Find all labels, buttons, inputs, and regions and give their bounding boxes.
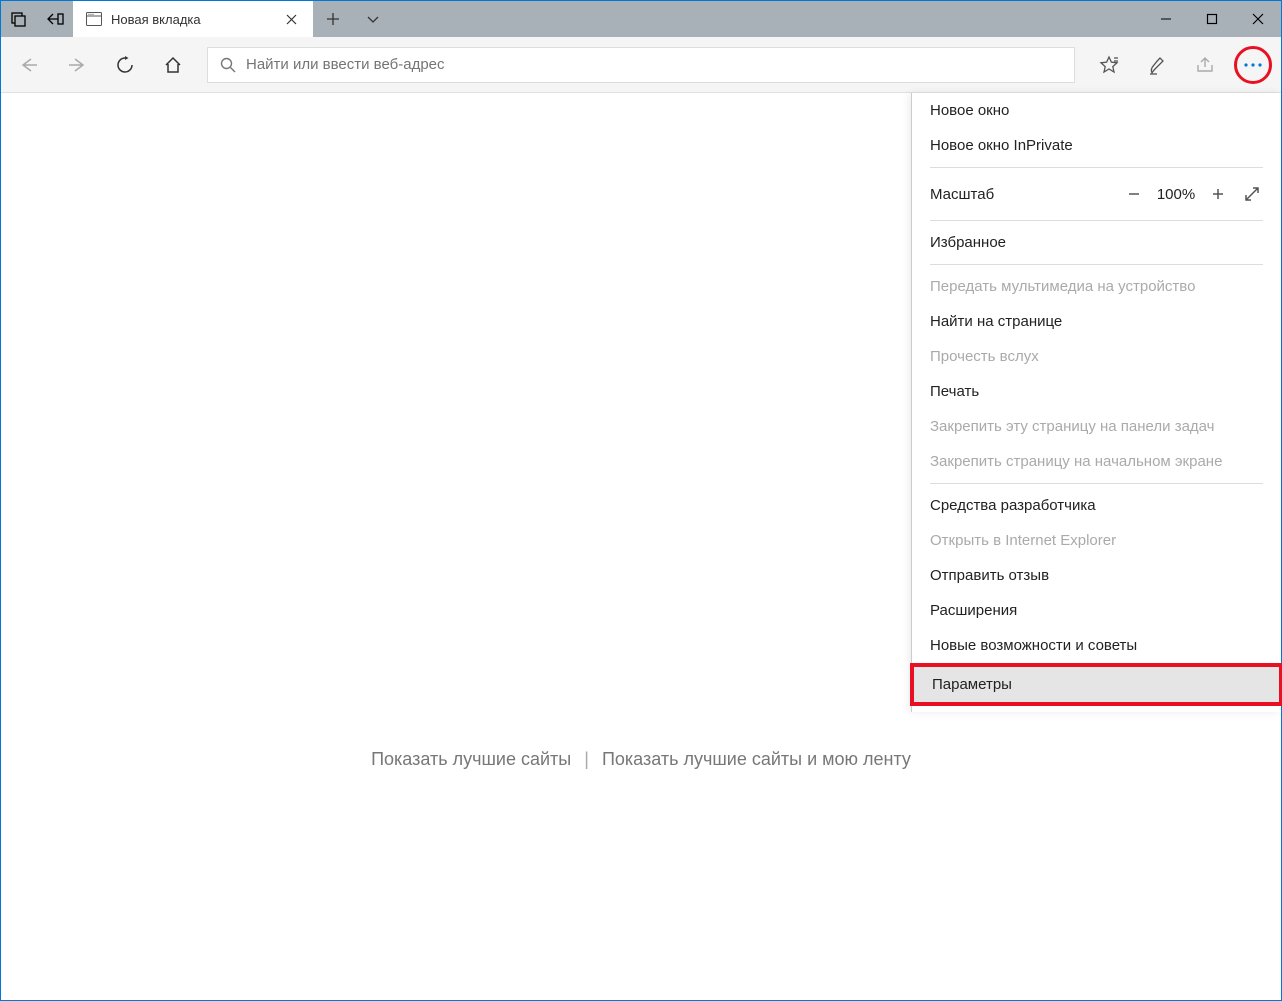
share-button[interactable] — [1181, 37, 1229, 93]
menu-settings[interactable]: Параметры — [914, 667, 1279, 702]
close-tab-button[interactable] — [279, 7, 303, 31]
menu-pin-taskbar: Закрепить эту страницу на панели задач — [912, 409, 1281, 444]
menu-pin-start: Закрепить страницу на начальном экране — [912, 444, 1281, 479]
titlebar-left — [1, 1, 73, 37]
more-menu: Новое окно Новое окно InPrivate Масштаб … — [911, 93, 1281, 712]
menu-read-aloud: Прочесть вслух — [912, 339, 1281, 374]
home-button[interactable] — [149, 37, 197, 93]
tab-title: Новая вкладка — [111, 12, 279, 27]
menu-favorites[interactable]: Избранное — [912, 225, 1281, 260]
menu-find-on-page[interactable]: Найти на странице — [912, 304, 1281, 339]
menu-separator — [930, 167, 1263, 168]
show-top-sites-feed-link[interactable]: Показать лучшие сайты и мою ленту — [602, 749, 911, 769]
favorites-button[interactable] — [1085, 37, 1133, 93]
menu-cast: Передать мультимедиа на устройство — [912, 269, 1281, 304]
menu-extensions[interactable]: Расширения — [912, 593, 1281, 628]
show-tab-previews-button[interactable] — [37, 12, 73, 26]
titlebar-drag-region — [393, 1, 1143, 37]
separator: | — [584, 749, 589, 769]
refresh-button[interactable] — [101, 37, 149, 93]
browser-tab[interactable]: Новая вкладка — [73, 1, 313, 37]
back-button[interactable] — [5, 37, 53, 93]
menu-print[interactable]: Печать — [912, 374, 1281, 409]
page-content: Показать лучшие сайты | Показать лучшие … — [1, 93, 1281, 1000]
menu-separator — [930, 220, 1263, 221]
menu-feedback[interactable]: Отправить отзыв — [912, 558, 1281, 593]
zoom-in-button[interactable] — [1201, 179, 1235, 209]
highlight-circle-annotation — [1234, 46, 1272, 84]
address-input[interactable] — [246, 56, 1062, 73]
page-icon — [85, 10, 103, 28]
close-window-button[interactable] — [1235, 1, 1281, 37]
address-bar[interactable] — [207, 47, 1075, 83]
maximize-button[interactable] — [1189, 1, 1235, 37]
menu-devtools[interactable]: Средства разработчика — [912, 488, 1281, 523]
titlebar: Новая вкладка — [1, 1, 1281, 37]
set-aside-tabs-button[interactable] — [1, 11, 37, 27]
menu-whats-new[interactable]: Новые возможности и советы — [912, 628, 1281, 663]
toolbar — [1, 37, 1281, 93]
menu-open-ie: Открыть в Internet Explorer — [912, 523, 1281, 558]
search-icon — [220, 57, 236, 73]
minimize-button[interactable] — [1143, 1, 1189, 37]
highlight-box-annotation: Параметры — [910, 663, 1282, 706]
window-controls — [1143, 1, 1281, 37]
tab-actions-button[interactable] — [353, 1, 393, 37]
new-tab-button[interactable] — [313, 1, 353, 37]
zoom-out-button[interactable] — [1117, 179, 1151, 209]
menu-new-inprivate[interactable]: Новое окно InPrivate — [912, 128, 1281, 163]
notes-button[interactable] — [1133, 37, 1181, 93]
fullscreen-button[interactable] — [1235, 179, 1269, 209]
zoom-label: Масштаб — [930, 186, 1117, 203]
menu-separator — [930, 264, 1263, 265]
menu-separator — [930, 483, 1263, 484]
new-tab-links: Показать лучшие сайты | Показать лучшие … — [1, 749, 1281, 770]
show-top-sites-link[interactable]: Показать лучшие сайты — [371, 749, 571, 769]
menu-new-window[interactable]: Новое окно — [912, 93, 1281, 128]
menu-zoom-row: Масштаб 100% — [912, 172, 1281, 216]
more-button[interactable] — [1229, 37, 1277, 93]
forward-button[interactable] — [53, 37, 101, 93]
zoom-value: 100% — [1151, 186, 1201, 203]
